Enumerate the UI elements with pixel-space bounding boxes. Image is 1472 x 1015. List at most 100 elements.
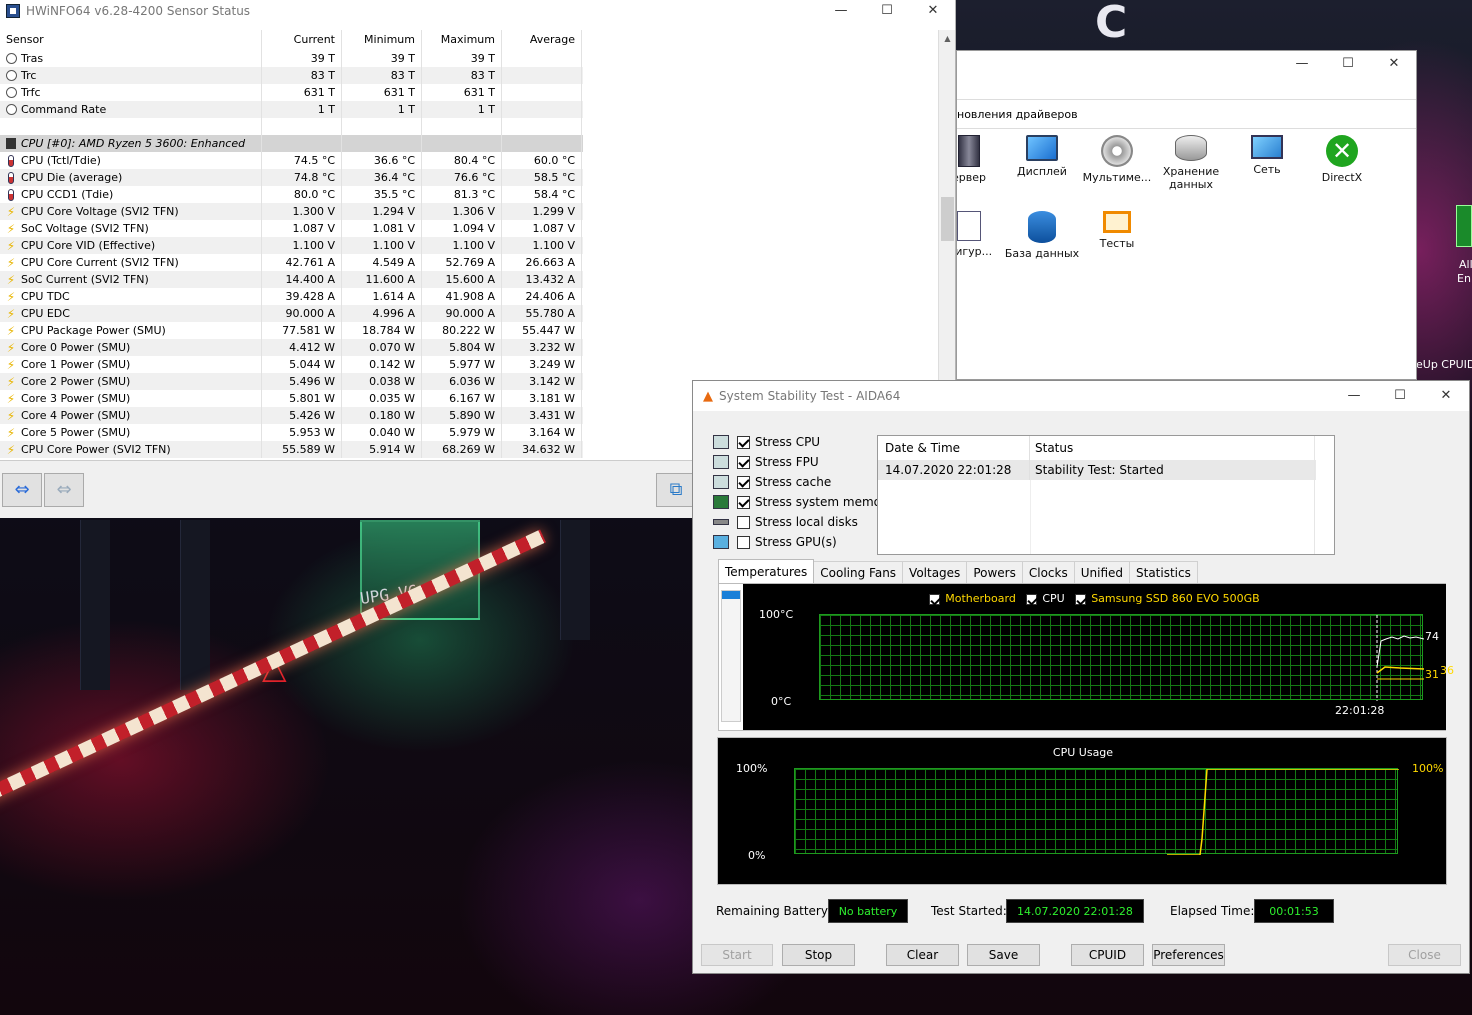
sensor-group-header[interactable]: CPU [#0]: AMD Ryzen 5 3600: Enhanced xyxy=(0,135,583,152)
close-window-button[interactable]: Close xyxy=(1388,944,1461,966)
table-row[interactable]: Trc 83 T 83 T 83 T xyxy=(0,67,583,84)
aida-icon-database[interactable]: База данных xyxy=(1002,211,1082,260)
tests-icon xyxy=(1103,211,1131,233)
table-row[interactable]: ⚡ CPU Package Power (SMU) 77.581 W 18.784 W… xyxy=(0,322,583,339)
sensor-name: CPU Core Power (SVI2 TFN) xyxy=(21,443,171,456)
stress-option[interactable]: Stress CPU xyxy=(713,433,820,451)
stress-checkbox[interactable] xyxy=(737,535,750,549)
preferences-button[interactable]: Preferences xyxy=(1152,944,1225,966)
column-header-current[interactable]: Current xyxy=(262,30,342,50)
save-button[interactable]: Save xyxy=(967,944,1040,966)
network-sensors-button[interactable]: ⧉ xyxy=(656,473,696,507)
aida-icon-tests[interactable]: Тесты xyxy=(1077,211,1157,250)
table-row[interactable] xyxy=(0,118,583,135)
table-row[interactable]: ⚡ Core 3 Power (SMU) 5.801 W 0.035 W 6.167 W… xyxy=(0,390,583,407)
table-row[interactable]: ⚡ CPU Core Power (SVI2 TFN) 55.589 W 5.914 … xyxy=(0,441,583,458)
close-button[interactable]: ✕ xyxy=(1371,53,1416,75)
legend-checkbox-cpu[interactable] xyxy=(1026,593,1038,605)
minimize-button[interactable]: — xyxy=(1331,385,1377,407)
sensor-value-avg: 24.406 A xyxy=(502,288,582,305)
legend-checkbox-ssd[interactable] xyxy=(1075,593,1087,605)
lightning-icon: ⚡ xyxy=(6,255,16,270)
tab-voltages[interactable]: Voltages xyxy=(902,561,968,583)
desktop-shortcut-icon[interactable] xyxy=(1456,205,1472,247)
stress-checkbox[interactable] xyxy=(737,515,750,529)
scroll-up-arrow[interactable]: ▲ xyxy=(939,30,955,47)
expand-arrows-button[interactable]: ⇔ xyxy=(2,473,42,507)
maximize-button[interactable]: ☐ xyxy=(1377,385,1423,407)
table-row[interactable]: Command Rate 1 T1 T1 T xyxy=(0,101,583,118)
table-row[interactable]: Tras 39 T 39 T 39 T xyxy=(0,50,583,67)
tab-temperatures[interactable]: Temperatures xyxy=(718,559,815,583)
aida-icon-network[interactable]: Сеть xyxy=(1227,135,1307,176)
close-button[interactable]: ✕ xyxy=(910,0,955,22)
stress-checkbox[interactable] xyxy=(737,475,750,489)
driver-update-link[interactable]: новления драйверов xyxy=(957,108,1078,121)
maximize-button[interactable]: ☐ xyxy=(1325,53,1371,75)
temperatures-panel: Motherboard CPU Samsung SSD 860 EVO 500G… xyxy=(718,583,1454,731)
column-header-maximum[interactable]: Maximum xyxy=(422,30,502,50)
sensor-list-scrollbar[interactable] xyxy=(721,590,741,722)
sensor-value-max xyxy=(422,118,502,135)
table-row[interactable]: ⚡ CPU Core VID (Effective) 1.100 V 1.100 V1… xyxy=(0,237,583,254)
battery-value: No battery xyxy=(828,899,908,923)
table-row[interactable]: Trfc 631 T 631 T 631 T xyxy=(0,84,583,101)
tab-clocks[interactable]: Clocks xyxy=(1021,561,1075,583)
sensor-value-avg: 55.447 W xyxy=(502,322,582,339)
stress-option[interactable]: Stress local disks xyxy=(713,513,858,531)
aida-icon-directx[interactable]: ✕ DirectX xyxy=(1302,135,1382,184)
legend-checkbox-motherboard[interactable] xyxy=(929,593,941,605)
collapse-arrows-button[interactable]: ⇔ xyxy=(44,473,84,507)
stress-option[interactable]: Stress GPU(s) xyxy=(713,533,837,551)
status-row[interactable]: 14.07.2020 22:01:28 Stability Test: Star… xyxy=(878,460,1316,480)
cpu-ymax-label: 100% xyxy=(736,762,768,775)
minimize-button[interactable]: — xyxy=(1279,53,1325,75)
start-button[interactable]: Start xyxy=(701,944,773,966)
tab-powers[interactable]: Powers xyxy=(966,561,1023,583)
scrollbar-thumb[interactable] xyxy=(941,197,954,241)
column-header-minimum[interactable]: Minimum xyxy=(342,30,422,50)
table-row[interactable]: ⚡ CPU EDC 90.000 A 4.996 A 90.000 A 55.780 A xyxy=(0,305,583,322)
column-header-date[interactable]: Date & Time xyxy=(878,436,1030,460)
tab-statistics[interactable]: Statistics xyxy=(1129,561,1198,583)
stress-option[interactable]: Stress system memory xyxy=(713,493,893,511)
aida-icon-storage[interactable]: Хранение данных xyxy=(1151,135,1231,191)
table-row[interactable]: ⚡ CPU Core Voltage (SVI2 TFN) 1.300 V 1.294… xyxy=(0,203,583,220)
minimize-button[interactable]: — xyxy=(818,0,864,22)
sensor-value-max: 6.167 W xyxy=(422,390,502,407)
close-button[interactable]: ✕ xyxy=(1423,385,1469,407)
column-header-sensor[interactable]: Sensor xyxy=(0,30,262,50)
sensor-value-max: 90.000 A xyxy=(422,305,502,322)
table-row[interactable]: CPU (Tctl/Tdie) 74.5 °C 36.6 °C 80.4 °C 60.0… xyxy=(0,152,583,169)
sensor-name-cell: ⚡ SoC Voltage (SVI2 TFN) xyxy=(0,220,262,237)
table-row[interactable]: ⚡ Core 1 Power (SMU) 5.044 W 0.142 W 5.977 W… xyxy=(0,356,583,373)
clear-button[interactable]: Clear xyxy=(886,944,959,966)
aida-icon-multimedia[interactable]: Мультиме... xyxy=(1077,135,1157,184)
tab-cooling-fans[interactable]: Cooling Fans xyxy=(813,561,904,583)
tab-unified[interactable]: Unified xyxy=(1073,561,1130,583)
stop-button[interactable]: Stop xyxy=(782,944,855,966)
stress-option[interactable]: Stress cache xyxy=(713,473,831,491)
stress-checkbox[interactable] xyxy=(737,495,750,509)
maximize-button[interactable]: ☐ xyxy=(864,0,910,22)
table-row[interactable]: ⚡ SoC Voltage (SVI2 TFN) 1.087 V 1.081 V 1.0… xyxy=(0,220,583,237)
column-header-status[interactable]: Status xyxy=(1030,436,1073,460)
table-row[interactable]: CPU Die (average) 74.8 °C 36.4 °C 76.6 °C 58… xyxy=(0,169,583,186)
table-row[interactable]: ⚡ Core 2 Power (SMU) 5.496 W 0.038 W 6.036 W… xyxy=(0,373,583,390)
stress-checkbox[interactable] xyxy=(737,455,750,469)
cpuid-button[interactable]: CPUID xyxy=(1071,944,1144,966)
table-row[interactable]: ⚡ SoC Current (SVI2 TFN) 14.400 A 11.600 A1… xyxy=(0,271,583,288)
aida-icon-display[interactable]: Дисплей xyxy=(1002,135,1082,178)
table-row[interactable]: ⚡ Core 0 Power (SMU) 4.412 W 0.070 W 5.804 W… xyxy=(0,339,583,356)
column-header-average[interactable]: Average xyxy=(502,30,582,50)
table-row[interactable]: CPU CCD1 (Tdie) 80.0 °C 35.5 °C 81.3 °C 58.4… xyxy=(0,186,583,203)
table-row[interactable]: ⚡ Core 4 Power (SMU) 5.426 W 0.180 W 5.890 W… xyxy=(0,407,583,424)
stress-option[interactable]: Stress FPU xyxy=(713,453,819,471)
table-row[interactable]: ⚡ Core 5 Power (SMU) 5.953 W 0.040 W 5.979 W… xyxy=(0,424,583,441)
test-started-label: Test Started: xyxy=(931,904,1007,918)
wallpaper-c-logo: C xyxy=(1095,0,1128,48)
stress-checkbox[interactable] xyxy=(737,435,750,449)
table-row[interactable]: ⚡ CPU Core Current (SVI2 TFN) 42.761 A 4.54… xyxy=(0,254,583,271)
table-row[interactable]: ⚡ CPU TDC 39.428 A 1.614 A 41.908 A 24.406 A xyxy=(0,288,583,305)
sensor-name-cell: ⚡ Core 1 Power (SMU) xyxy=(0,356,262,373)
